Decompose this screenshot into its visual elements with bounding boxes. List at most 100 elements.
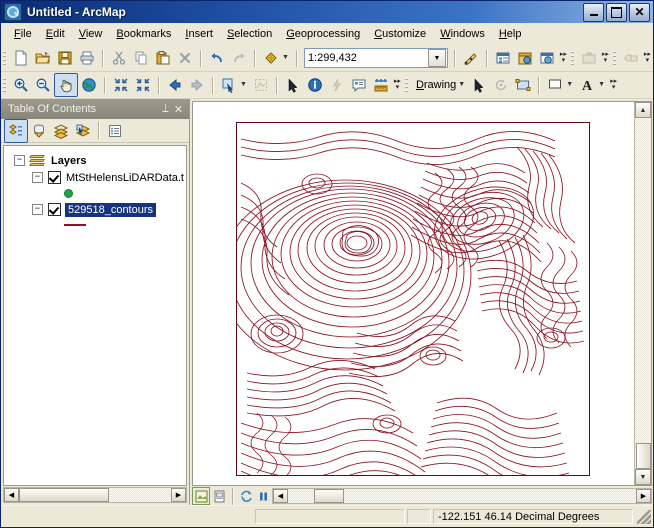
maximize-button[interactable] <box>606 3 627 22</box>
layout-view-icon[interactable] <box>211 488 227 504</box>
open-icon[interactable] <box>32 47 54 69</box>
map-scale-input[interactable] <box>305 51 428 65</box>
drawing-menu[interactable]: Drawing <box>412 79 458 91</box>
list-by-source-icon[interactable] <box>28 120 50 142</box>
print-icon[interactable] <box>76 47 98 69</box>
data-view-icon[interactable] <box>192 487 210 505</box>
menu-view[interactable]: View <box>72 25 110 43</box>
arctoolbox-overflow-button[interactable]: ▸▸▾ <box>600 47 611 69</box>
map-scale-combobox[interactable]: ▼ <box>304 48 448 68</box>
auto-hide-pin-icon[interactable]: ⟘ <box>159 103 172 116</box>
fill-color-dropdown-arrow-icon[interactable]: ▼ <box>566 74 576 96</box>
standard-toolbar-overflow-button[interactable]: ▸▸▾ <box>558 47 569 69</box>
undo-icon[interactable] <box>206 47 228 69</box>
horizontal-scroll-thumb[interactable] <box>314 489 344 503</box>
copy-icon[interactable] <box>130 47 152 69</box>
tree-node-lidar-layer[interactable]: − MtStHelensLiDARData.t <box>4 169 186 186</box>
tree-node-layers[interactable]: − Layers <box>4 152 186 169</box>
resize-grip-icon[interactable] <box>637 510 651 524</box>
scroll-up-icon[interactable]: ▲ <box>635 102 651 118</box>
toolbar-grip[interactable] <box>405 76 409 94</box>
toc-horizontal-scrollbar[interactable]: ◀ ▶ <box>3 487 187 503</box>
menu-edit[interactable]: Edit <box>39 25 72 43</box>
pause-drawing-icon[interactable] <box>255 488 271 504</box>
identify-icon[interactable] <box>304 74 326 96</box>
toc-close-icon[interactable]: ✕ <box>172 103 185 116</box>
search-window-icon[interactable] <box>536 47 558 69</box>
menu-help[interactable]: Help <box>492 25 529 43</box>
toc-options-icon[interactable] <box>104 120 126 142</box>
map-scroll-left-icon[interactable]: ◀ <box>273 489 288 503</box>
go-back-extent-icon[interactable] <box>164 74 186 96</box>
cut-icon[interactable] <box>108 47 130 69</box>
select-elements-arrow-icon[interactable] <box>468 74 490 96</box>
new-rectangle-icon[interactable] <box>512 74 534 96</box>
list-by-selection-icon[interactable] <box>72 120 94 142</box>
html-popup-icon[interactable] <box>348 74 370 96</box>
delete-icon[interactable] <box>174 47 196 69</box>
list-by-drawing-order-icon[interactable] <box>4 119 28 143</box>
layers-expander-icon[interactable]: − <box>14 155 25 166</box>
layers-tree[interactable]: − Layers − MtStHelensLiDARData.t − <box>3 145 187 486</box>
map-data-frame[interactable] <box>236 122 590 476</box>
table-of-contents-icon[interactable] <box>492 47 514 69</box>
zoom-out-icon[interactable] <box>32 74 54 96</box>
measure-icon[interactable] <box>370 74 392 96</box>
add-data-icon[interactable] <box>260 47 282 69</box>
tools-toolbar-overflow-button[interactable]: ▸▸▾ <box>392 74 403 96</box>
modelbuilder-icon[interactable] <box>620 47 642 69</box>
full-extent-globe-icon[interactable] <box>78 74 100 96</box>
new-map-icon[interactable] <box>10 47 32 69</box>
menu-customize[interactable]: Customize <box>367 25 433 43</box>
toc-scroll-thumb[interactable] <box>19 488 109 502</box>
save-icon[interactable] <box>54 47 76 69</box>
minimize-button[interactable] <box>583 3 604 22</box>
select-features-dropdown-arrow-icon[interactable]: ▼ <box>240 74 250 96</box>
toolbar-grip[interactable] <box>3 76 7 94</box>
font-color-dropdown-arrow-icon[interactable]: ▼ <box>598 74 608 96</box>
map-vertical-scrollbar[interactable]: ▲ ▼ <box>634 102 651 485</box>
fixed-zoom-in-icon[interactable] <box>110 74 132 96</box>
toc-scroll-right-icon[interactable]: ▶ <box>171 488 186 502</box>
menu-insert[interactable]: Insert <box>178 25 220 43</box>
hyperlink-icon[interactable] <box>326 74 348 96</box>
editor-toolbar-icon[interactable] <box>460 47 482 69</box>
lidar-layer-expander-icon[interactable]: − <box>32 172 43 183</box>
map-canvas[interactable] <box>193 102 634 485</box>
vertical-scroll-thumb[interactable] <box>636 443 651 469</box>
clear-selection-icon[interactable] <box>250 74 272 96</box>
refresh-view-icon[interactable] <box>238 488 254 504</box>
modelbuilder-overflow-button[interactable]: ▸▸▾ <box>642 47 653 69</box>
toolbar-grip[interactable] <box>3 49 7 67</box>
fill-color-icon[interactable] <box>544 74 566 96</box>
catalog-icon[interactable] <box>514 47 536 69</box>
menu-geoprocessing[interactable]: Geoprocessing <box>279 25 367 43</box>
contours-layer-expander-icon[interactable]: − <box>32 204 43 215</box>
add-data-dropdown-arrow-icon[interactable]: ▼ <box>282 47 292 69</box>
paste-icon[interactable] <box>152 47 174 69</box>
arctoolbox-icon[interactable] <box>578 47 600 69</box>
lidar-layer-visibility-checkbox[interactable] <box>48 171 61 184</box>
scroll-down-icon[interactable]: ▼ <box>635 469 651 485</box>
select-elements-icon[interactable] <box>282 74 304 96</box>
map-scroll-right-icon[interactable]: ▶ <box>636 489 651 503</box>
select-features-icon[interactable] <box>218 74 240 96</box>
fixed-zoom-out-icon[interactable] <box>132 74 154 96</box>
drawing-toolbar-overflow-button[interactable]: ▸▸▾ <box>608 74 619 96</box>
go-next-extent-icon[interactable] <box>186 74 208 96</box>
rotate-icon[interactable] <box>490 74 512 96</box>
drawing-menu-arrow-icon[interactable]: ▼ <box>458 74 468 96</box>
menu-file[interactable]: File <box>7 25 39 43</box>
close-button[interactable]: ✕ <box>629 3 650 22</box>
font-color-icon[interactable]: A <box>576 74 598 96</box>
map-scale-dropdown-icon[interactable]: ▼ <box>428 49 446 67</box>
list-by-visibility-icon[interactable] <box>50 120 72 142</box>
menu-bookmarks[interactable]: Bookmarks <box>109 25 178 43</box>
menu-windows[interactable]: Windows <box>433 25 492 43</box>
toc-scroll-left-icon[interactable]: ◀ <box>4 488 19 502</box>
toolbar-grip[interactable] <box>613 49 617 67</box>
zoom-in-icon[interactable] <box>10 74 32 96</box>
menu-selection[interactable]: Selection <box>220 25 279 43</box>
contours-layer-visibility-checkbox[interactable] <box>48 203 61 216</box>
toolbar-grip[interactable] <box>571 49 575 67</box>
